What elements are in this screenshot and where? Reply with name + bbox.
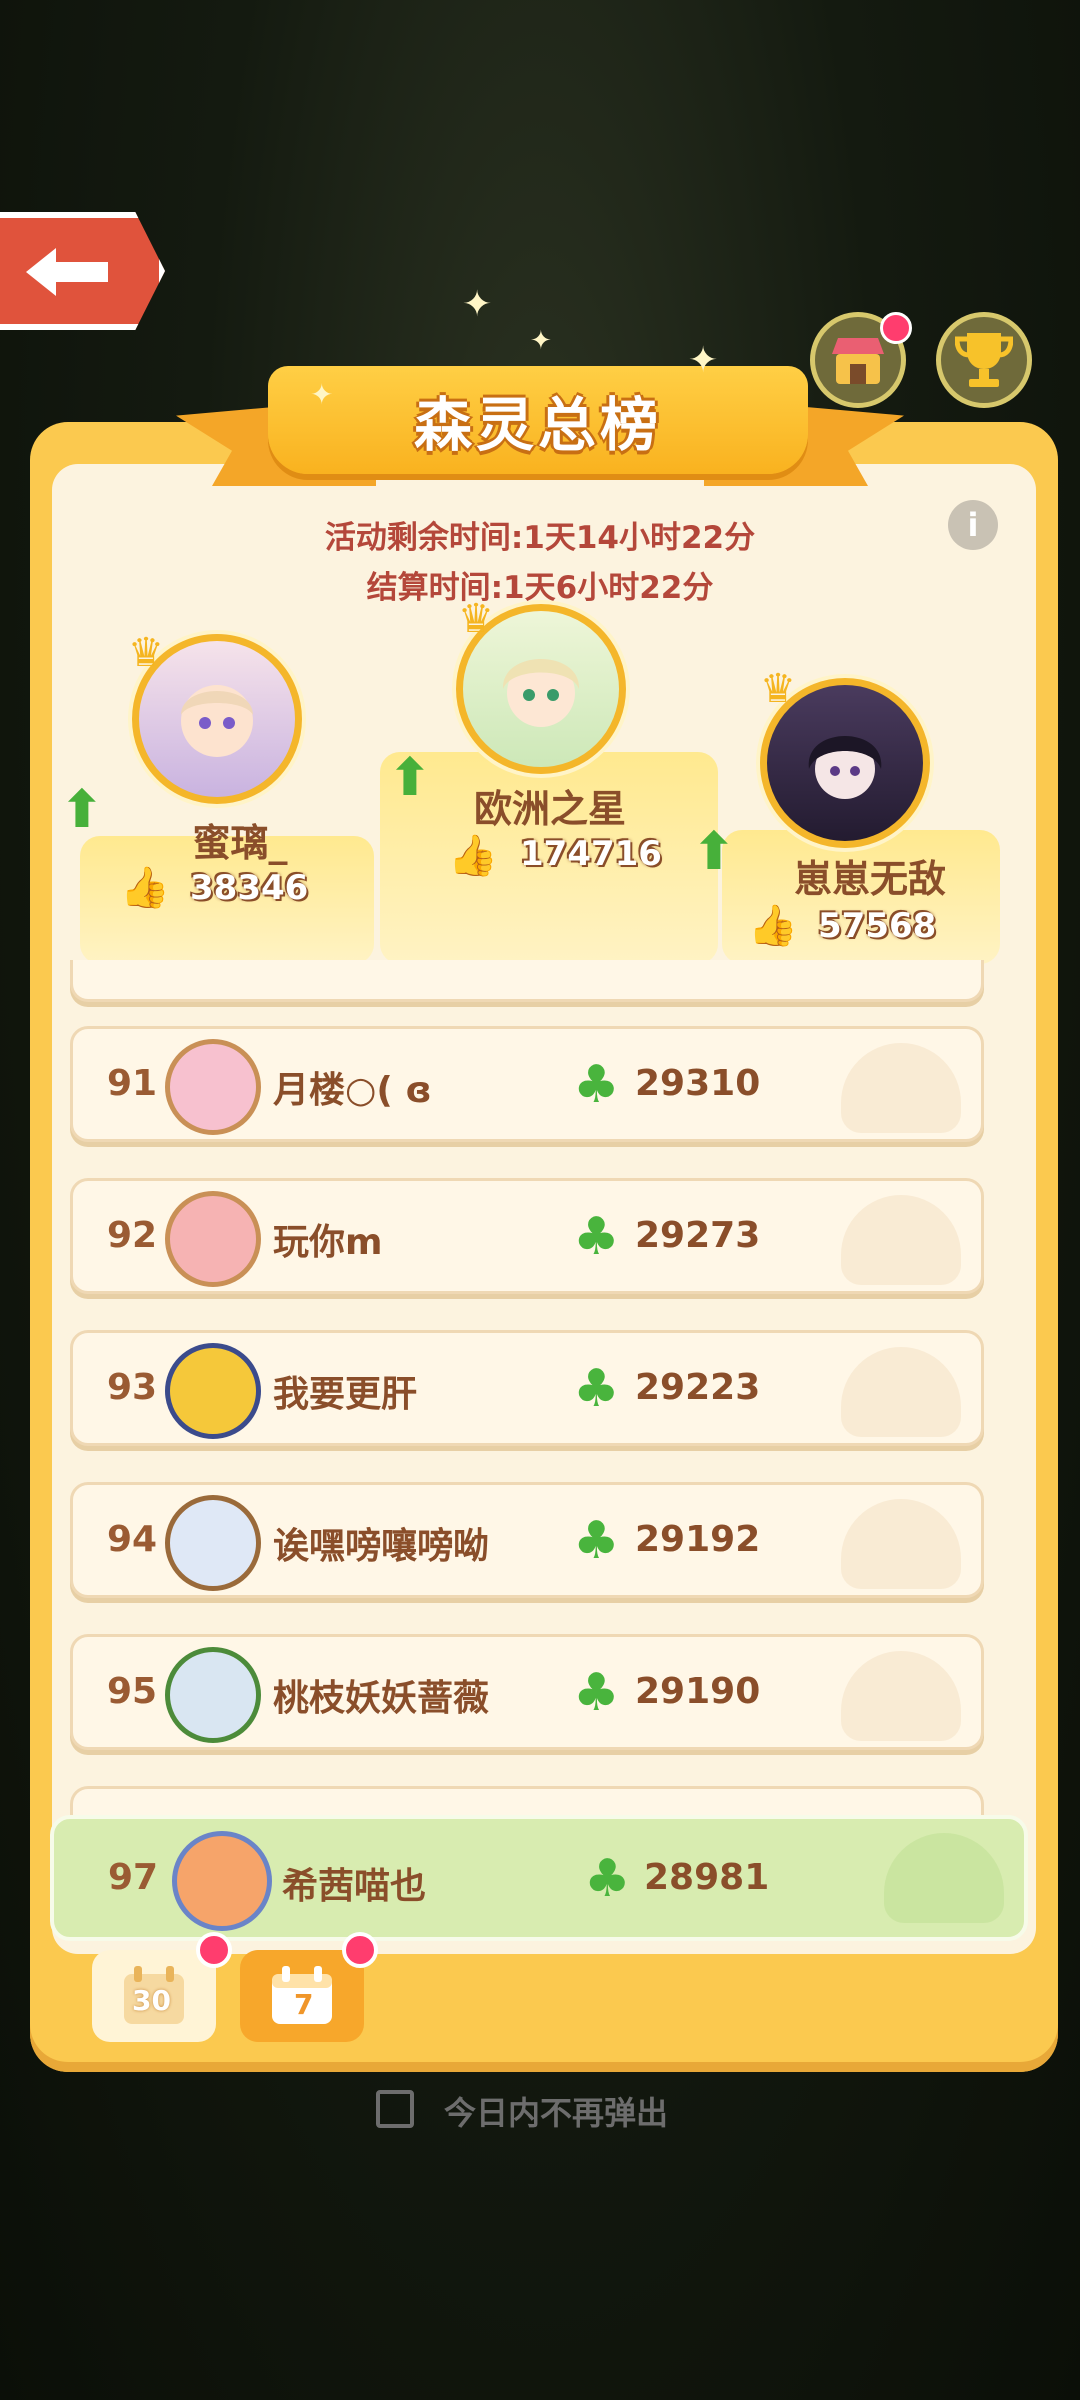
row-rank: 91 [107, 1063, 158, 1104]
list-item[interactable]: 93 我要更肝 ♣ 29223 [70, 1330, 984, 1446]
crown-icon: ♛ [760, 666, 796, 712]
podium-second-name: 蜜璃_ [192, 821, 288, 865]
shop-glyph-icon [832, 338, 884, 384]
avatar-face-icon [808, 736, 882, 799]
rank-up-arrow-icon: ⬆ [60, 780, 104, 840]
title-ribbon: 森灵总榜 [268, 366, 808, 474]
row-score: 29190 [635, 1671, 761, 1712]
thumb-up-icon[interactable]: 👍 [120, 864, 170, 911]
thumb-up-icon[interactable]: 👍 [748, 902, 798, 949]
row-watermark [841, 1499, 961, 1589]
row-rank: 95 [107, 1671, 158, 1712]
row-player-name: 我要更肝 [273, 1374, 418, 1415]
clover-icon: ♣ [573, 1511, 620, 1571]
list-item[interactable]: 94 诶嘿嗙嚷嗙呦 ♣ 29192 [70, 1482, 984, 1598]
sparkle-icon: ✦ [530, 326, 552, 356]
rank-up-arrow-icon: ⬆ [692, 822, 736, 882]
activity-remaining-time: 活动剩余时间:1天14小时22分 [324, 520, 756, 556]
row-rank: 93 [107, 1367, 158, 1408]
notification-dot [196, 1932, 232, 1968]
crown-icon: ♛ [458, 596, 494, 642]
tab-7-label: 7 [294, 1988, 314, 2021]
back-button[interactable] [0, 212, 165, 330]
thumb-up-icon[interactable]: 👍 [448, 832, 498, 879]
sparkle-icon: ✦ [688, 340, 719, 381]
row-score: 29310 [635, 1063, 761, 1104]
row-player-name: 桃枝妖妖蔷薇 [273, 1678, 490, 1719]
list-item[interactable]: 95 桃枝妖妖蔷薇 ♣ 29190 [70, 1634, 984, 1750]
notification-dot [880, 312, 912, 344]
my-rank: 97 [108, 1857, 159, 1898]
trophy-icon[interactable] [936, 312, 1032, 408]
my-player-name: 希茜喵也 [282, 1866, 427, 1907]
avatar[interactable] [165, 1039, 261, 1135]
avatar[interactable] [165, 1191, 261, 1287]
avatar[interactable] [165, 1647, 261, 1743]
row-score: 29223 [635, 1367, 761, 1408]
row-watermark [884, 1833, 1004, 1923]
clover-icon: ♣ [573, 1055, 620, 1115]
podium-third-likes: 57568 [818, 906, 937, 946]
row-watermark [841, 1651, 961, 1741]
page-title: 森灵总榜 [413, 391, 662, 459]
my-avatar[interactable] [172, 1831, 272, 1931]
back-arrow-icon [26, 248, 108, 296]
list-item-partial [70, 960, 984, 1002]
row-player-name: 玩你m [273, 1222, 383, 1263]
my-rank-row[interactable]: 97 希茜喵也 ♣ 28981 [50, 1815, 1028, 1941]
avatar-face-icon [181, 685, 253, 757]
podium-first-name: 欧洲之星 [473, 787, 626, 831]
row-player-name: 诶嘿嗙嚷嗙呦 [273, 1526, 490, 1567]
list-item[interactable]: 91 月楼○( ɞ ♣ 29310 [70, 1026, 984, 1142]
clover-icon: ♣ [573, 1359, 620, 1419]
podium-third-name: 崽崽无敌 [793, 857, 946, 901]
podium-first-likes: 174716 [520, 834, 662, 874]
sparkle-icon: ✦ [310, 378, 334, 411]
avatar[interactable] [165, 1343, 261, 1439]
row-score: 29192 [635, 1519, 761, 1560]
notification-dot [342, 1932, 378, 1968]
crown-icon: ♛ [128, 630, 164, 676]
row-rank: 94 [107, 1519, 158, 1560]
settlement-time: 结算时间:1天6小时22分 [366, 570, 714, 606]
row-watermark [841, 1347, 961, 1437]
row-score: 29273 [635, 1215, 761, 1256]
trophy-glyph-icon [955, 333, 1013, 387]
sparkle-icon: ✦ [462, 284, 493, 325]
clover-icon: ♣ [573, 1663, 620, 1723]
row-player-name: 月楼○( ɞ [273, 1070, 432, 1111]
row-watermark [841, 1195, 961, 1285]
row-watermark [841, 1043, 961, 1133]
list-item[interactable]: 92 玩你m ♣ 29273 [70, 1178, 984, 1294]
avatar-face-icon [502, 659, 580, 727]
my-score: 28981 [644, 1857, 770, 1898]
dont-show-today-label[interactable]: 今日内不再弹出 [444, 2088, 668, 2134]
clover-icon: ♣ [584, 1849, 631, 1909]
tab-30-days[interactable]: 30 [92, 1950, 216, 2042]
dont-show-today-checkbox[interactable] [376, 2090, 414, 2128]
tab-7-days[interactable]: 7 [240, 1950, 364, 2042]
row-rank: 92 [107, 1215, 158, 1256]
podium-second-likes: 38346 [190, 868, 309, 908]
avatar[interactable] [165, 1495, 261, 1591]
clover-icon: ♣ [573, 1207, 620, 1267]
tab-30-label: 30 [132, 1984, 171, 2017]
